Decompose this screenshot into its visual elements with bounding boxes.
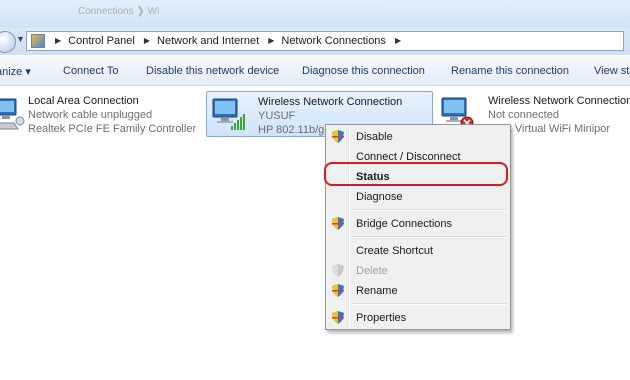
wireless-network-icon: [212, 98, 245, 130]
address-bar[interactable]: ▶ Control Panel ▶ Network and Internet ▶ Ne…: [26, 31, 624, 51]
menu-icon-gutter: [348, 127, 350, 327]
menu-separator: [352, 209, 507, 211]
breadcrumb-arrow-icon[interactable]: ▶: [144, 36, 150, 45]
recent-pages-dropdown-icon[interactable]: ▼: [16, 34, 25, 44]
connection-status: Network cable unplugged: [28, 109, 153, 121]
menu-item-bridge-connections[interactable]: Bridge Connections: [356, 218, 452, 230]
connection-status: YUSUF: [258, 110, 296, 122]
menu-item-delete: Delete: [356, 265, 388, 277]
breadcrumb-control-panel[interactable]: Control Panel: [68, 35, 135, 47]
status-highlight-annotation: [324, 162, 508, 186]
breadcrumb-arrow-icon[interactable]: ▶: [268, 36, 274, 45]
uac-shield-icon: [332, 130, 344, 143]
breadcrumb-network-and-internet[interactable]: Network and Internet: [157, 35, 259, 47]
connect-to-button[interactable]: Connect To: [63, 65, 118, 77]
menu-separator: [352, 236, 507, 238]
context-menu: Disable Connect / Disconnect Status Diag…: [325, 124, 511, 330]
connection-name: Wireless Network Connection: [488, 95, 630, 107]
connection-name: Wireless Network Connection: [258, 96, 403, 108]
connection-name: Local Area Connection: [28, 95, 139, 107]
breadcrumb: ▶ Control Panel ▶ Network and Internet ▶ Ne…: [49, 35, 408, 47]
breadcrumb-network-connections[interactable]: Network Connections: [281, 35, 386, 47]
breadcrumb-arrow-icon[interactable]: ▶: [55, 36, 61, 45]
breadcrumb-arrow-icon[interactable]: ▶: [395, 36, 401, 45]
view-status-button[interactable]: View sta: [594, 65, 630, 77]
diagnose-connection-button[interactable]: Diagnose this connection: [302, 65, 425, 77]
menu-item-diagnose[interactable]: Diagnose: [356, 191, 402, 203]
back-button[interactable]: [0, 31, 16, 53]
menu-item-properties[interactable]: Properties: [356, 312, 406, 324]
connection-adapter: Realtek PCIe FE Family Controller: [28, 123, 197, 135]
control-panel-icon: [31, 34, 45, 48]
menu-separator: [352, 303, 507, 305]
faded-window-title: Connections ❯ Wi: [78, 6, 160, 17]
rename-connection-button[interactable]: Rename this connection: [451, 65, 569, 77]
organize-button[interactable]: anize ▾: [0, 65, 31, 78]
uac-shield-icon: [332, 217, 344, 230]
uac-shield-icon-disabled: [332, 264, 344, 277]
disable-device-button[interactable]: Disable this network device: [146, 65, 279, 77]
menu-item-rename[interactable]: Rename: [356, 285, 398, 297]
menu-item-create-shortcut[interactable]: Create Shortcut: [356, 245, 433, 257]
connection-item-local-area[interactable]: Local Area Connection Network cable unpl…: [0, 91, 202, 137]
menu-item-disable[interactable]: Disable: [356, 131, 393, 143]
connection-status: Not connected: [488, 109, 559, 121]
uac-shield-icon: [332, 284, 344, 297]
uac-shield-icon: [332, 311, 344, 324]
wired-network-icon: [0, 98, 25, 130]
command-toolbar: anize ▾ Connect To Disable this network …: [0, 57, 630, 86]
window-title-bar: Connections ❯ Wi: [0, 0, 630, 28]
address-bar-row: ▼ ▶ Control Panel ▶ Network and Internet ▶…: [0, 28, 630, 55]
